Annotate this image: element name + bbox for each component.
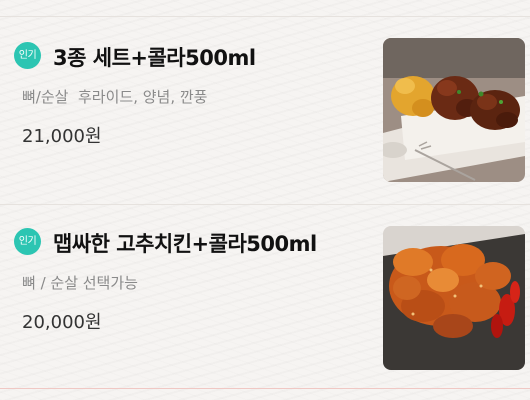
menu-item-title: 3종 세트+콜라500ml	[53, 46, 256, 70]
menu-item-description: 뼈 / 순살 선택가능	[22, 274, 138, 292]
chicken-set-photo	[383, 38, 525, 182]
top-divider	[0, 16, 530, 17]
menu-item-title: 맵싸한 고추치킨+콜라500ml	[53, 232, 317, 256]
menu-item-description: 뼈/순살 후라이드, 양념, 깐풍	[22, 88, 208, 106]
bottom-divider	[0, 388, 530, 389]
menu-item-spicy-chicken[interactable]: 인기 맵싸한 고추치킨+콜라500ml 뼈 / 순살 선택가능 20,000원	[0, 208, 530, 376]
item-divider	[0, 204, 530, 205]
spicy-pepper-chicken-photo	[383, 226, 525, 370]
menu-item-set[interactable]: 인기 3종 세트+콜라500ml 뼈/순살 후라이드, 양념, 깐풍 21,00…	[0, 22, 530, 190]
spicy-chicken-image	[383, 226, 525, 370]
menu-item-price: 20,000원	[22, 312, 102, 333]
popular-badge: 인기	[14, 42, 41, 69]
menu-item-price: 21,000원	[22, 126, 102, 147]
popular-badge: 인기	[14, 228, 41, 255]
chicken-set-image	[383, 38, 525, 182]
